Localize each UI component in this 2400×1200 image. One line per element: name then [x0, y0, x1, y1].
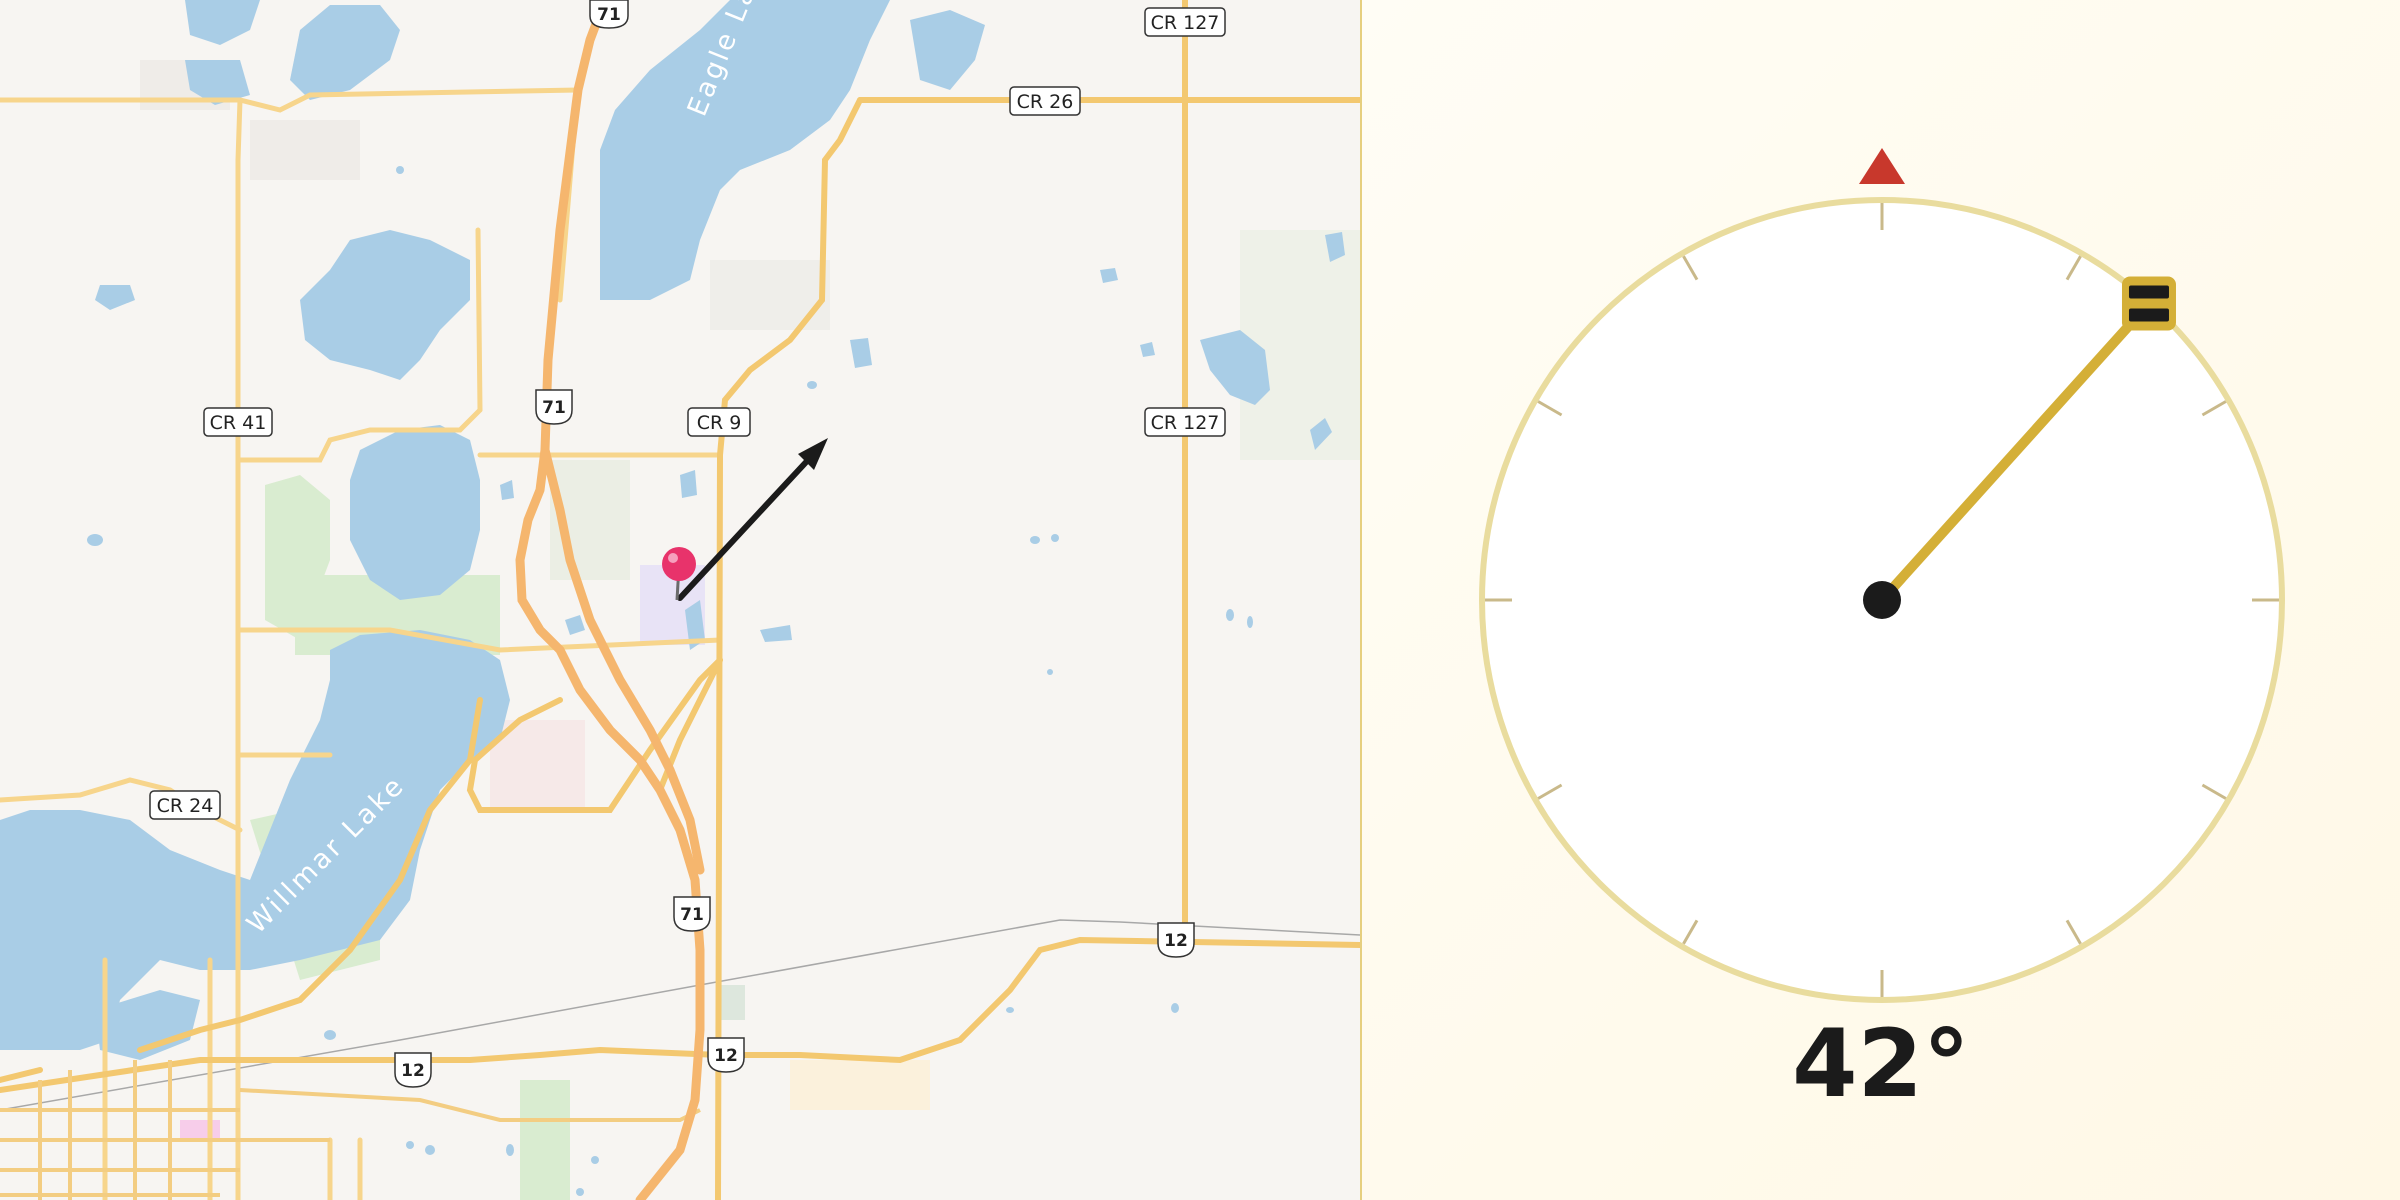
road-label-cr127-mid: CR 127: [1144, 407, 1226, 437]
road-label-cr127-top: CR 127: [1144, 7, 1226, 37]
svg-text:CR 24: CR 24: [157, 795, 214, 817]
svg-text:71: 71: [597, 5, 621, 25]
svg-text:12: 12: [1164, 931, 1188, 951]
svg-text:CR 26: CR 26: [1017, 91, 1074, 113]
road-label-cr24: CR 24: [149, 790, 221, 820]
compass-center-pivot: [1863, 581, 1901, 619]
map-canvas[interactable]: CR 127 CR 26 CR 41 CR 9 CR 127 CR 24 71 …: [0, 0, 1360, 1200]
direction-arrow-icon: [677, 438, 828, 601]
heading-readout: 42°: [1792, 1010, 1970, 1119]
svg-text:12: 12: [714, 1046, 738, 1066]
compass-panel: 42°: [1362, 0, 2400, 1200]
needle-handle-icon[interactable]: [2121, 276, 2176, 331]
map-panel[interactable]: CR 127 CR 26 CR 41 CR 9 CR 127 CR 24 71 …: [0, 0, 1360, 1200]
route-shield-us12-right: 12: [1157, 922, 1195, 958]
north-marker-icon: [1859, 148, 1905, 184]
road-label-cr41: CR 41: [203, 407, 273, 437]
road-label-cr26: CR 26: [1009, 86, 1081, 116]
route-shield-us12-mid: 12: [707, 1037, 745, 1073]
svg-text:12: 12: [401, 1061, 425, 1081]
svg-text:71: 71: [680, 905, 704, 925]
svg-text:CR 9: CR 9: [697, 412, 742, 434]
route-shield-us12-left: 12: [394, 1052, 432, 1088]
svg-text:CR 127: CR 127: [1151, 412, 1220, 434]
route-shield-us71-bottom: 71: [673, 896, 711, 932]
road-label-cr9: CR 9: [687, 407, 751, 437]
svg-text:71: 71: [542, 398, 566, 418]
svg-text:CR 41: CR 41: [210, 412, 267, 434]
svg-text:CR 127: CR 127: [1151, 12, 1220, 34]
route-shield-us71-mid: 71: [535, 389, 573, 425]
route-shield-us71-top: 71: [589, 0, 629, 29]
